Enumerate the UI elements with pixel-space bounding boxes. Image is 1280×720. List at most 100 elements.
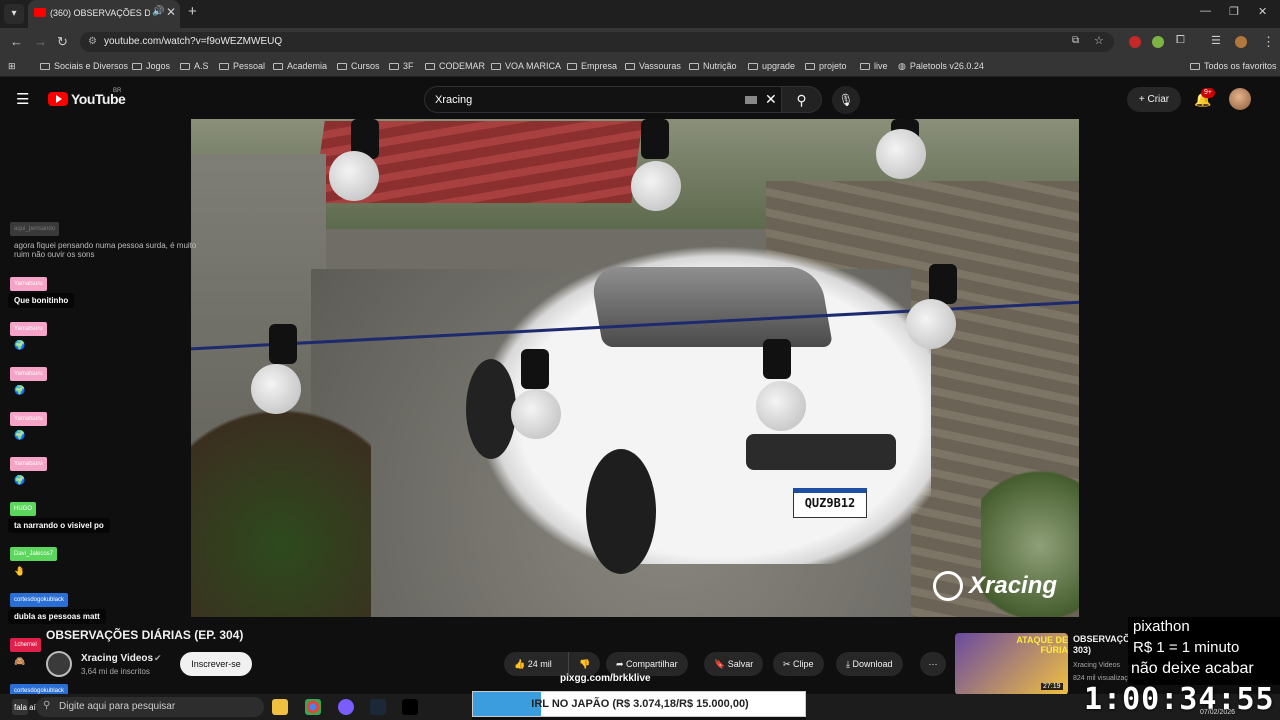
youtube-header: ☰ YouTube BR Xracing ✕ ⚲ 🎙 + Criar 🔔 9+ xyxy=(0,77,1280,121)
folder-icon xyxy=(860,63,870,70)
folder-icon xyxy=(491,63,501,70)
donation-goal-bar: IRL NO JAPÃO (R$ 3.074,18/R$ 15.000,00) xyxy=(472,691,806,717)
restore-icon[interactable]: ❐ xyxy=(1229,5,1239,18)
reading-list-icon[interactable]: ☰ xyxy=(1211,34,1221,47)
video-grille xyxy=(746,434,896,470)
clear-search-icon[interactable]: ✕ xyxy=(765,91,777,108)
verified-icon: ✔ xyxy=(154,653,162,663)
bookmark-folder[interactable]: CODEMAR xyxy=(425,61,485,71)
bookmark-link[interactable]: ◍ Paletools v26.0.24 xyxy=(898,61,984,72)
speaker-icon[interactable]: 🔊 xyxy=(152,6,164,17)
site-info-icon[interactable]: ⚙ xyxy=(88,36,97,47)
extension-icon[interactable] xyxy=(1152,36,1164,48)
chat-username: Yamatsuru xyxy=(10,367,47,381)
bookmark-folder[interactable]: Academia xyxy=(273,61,327,71)
light-bulb xyxy=(756,381,806,431)
extensions-puzzle-icon[interactable]: ⧠ xyxy=(1176,34,1185,47)
youtube-logo-icon[interactable] xyxy=(48,92,68,106)
close-tab-icon[interactable]: ✕ xyxy=(166,5,176,19)
bookmark-folder[interactable]: Empresa xyxy=(567,61,617,71)
search-box[interactable]: Xracing ✕ xyxy=(424,86,782,113)
recommended-channel[interactable]: Xracing Videos xyxy=(1073,662,1120,669)
share-icon: ➦ xyxy=(616,659,627,669)
search-button[interactable]: ⚲ xyxy=(782,86,822,113)
app-icon[interactable] xyxy=(338,699,354,715)
taskbar-search-placeholder[interactable]: Digite aqui para pesquisar xyxy=(59,701,175,712)
channel-avatar[interactable] xyxy=(46,651,72,677)
save-button[interactable]: 🔖 Salvar xyxy=(704,652,764,676)
bookmark-folder[interactable]: Nutrição xyxy=(689,61,737,71)
bookmark-folder[interactable]: live xyxy=(860,61,888,71)
browser-tab-bar: ▾ (360) OBSERVAÇÕES DIÁRIAS 🔊 ✕ + — ❐ ✕ xyxy=(0,0,1280,28)
file-explorer-icon[interactable] xyxy=(272,699,288,715)
chat-message: agora fiquei pensando numa pessoa surda,… xyxy=(14,241,197,259)
steam-icon[interactable] xyxy=(370,699,386,715)
forward-icon[interactable]: → xyxy=(34,34,47,49)
bookmark-icon: 🔖 xyxy=(714,659,728,669)
bookmark-folder[interactable]: projeto xyxy=(805,61,847,71)
new-tab-icon[interactable]: + xyxy=(188,3,197,20)
browser-tab[interactable]: (360) OBSERVAÇÕES DIÁRIAS 🔊 ✕ xyxy=(28,0,180,28)
pixathon-rate: R$ 1 = 1 minuto xyxy=(1133,639,1240,656)
license-plate: QUZ9B12 xyxy=(793,488,867,518)
bookmark-folder[interactable]: A.S xyxy=(180,61,209,71)
reload-icon[interactable]: ↻ xyxy=(57,34,68,50)
folder-icon xyxy=(805,63,815,70)
bookmark-star-icon[interactable]: ☆ xyxy=(1094,34,1104,47)
folder-icon xyxy=(689,63,699,70)
bookmark-folder[interactable]: Pessoal xyxy=(219,61,265,71)
chat-username: cortesdogokublack xyxy=(10,593,69,607)
video-player[interactable]: QUZ9B12 Xracing xyxy=(191,119,1079,617)
apps-icon[interactable]: ⊞ xyxy=(8,61,16,72)
donation-url: pixgg.com/brkklive xyxy=(560,673,651,684)
browser-menu-icon[interactable]: ⋮ xyxy=(1262,34,1275,50)
chat-message: dubla as pessoas matt xyxy=(8,609,106,624)
all-bookmarks-folder[interactable]: Todos os favoritos xyxy=(1190,61,1277,71)
download-button[interactable]: ⤓ Download xyxy=(836,652,903,676)
donation-goal-text: IRL NO JAPÃO (R$ 3.074,18/R$ 15.000,00) xyxy=(531,698,749,710)
recommended-title[interactable]: OBSERVAÇÕES 303) xyxy=(1073,634,1142,656)
bookmark-folder[interactable]: 3F xyxy=(389,61,414,71)
pixathon-note: não deixe acabar xyxy=(1131,660,1254,677)
extension-icon[interactable] xyxy=(1129,36,1141,48)
bookmark-folder[interactable]: Sociais e Diversos xyxy=(40,61,128,71)
obs-icon[interactable] xyxy=(402,699,418,715)
video-wheel xyxy=(586,449,656,574)
close-window-icon[interactable]: ✕ xyxy=(1258,5,1267,18)
recommended-thumbnail[interactable]: ATAQUE DE FÚRIA 27:19 xyxy=(955,633,1068,695)
like-button[interactable]: 👍 24 mil xyxy=(504,652,568,676)
bookmark-folder[interactable]: Vassouras xyxy=(625,61,681,71)
cast-icon[interactable]: ⧉ xyxy=(1072,35,1079,46)
account-avatar[interactable] xyxy=(1229,88,1251,110)
profile-icon[interactable] xyxy=(1235,36,1247,48)
search-icon: ⚲ xyxy=(43,700,51,711)
clip-button[interactable]: ✂ Clipe xyxy=(773,652,824,676)
address-bar[interactable]: ⚙ youtube.com/watch?v=f9oWEZMWEUQ ⧉ ☆ xyxy=(80,32,1114,52)
menu-icon[interactable]: ☰ xyxy=(16,90,29,108)
back-icon[interactable]: ← xyxy=(10,34,23,49)
light-bulb xyxy=(251,364,301,414)
chrome-icon[interactable] xyxy=(305,699,321,715)
subscribe-button[interactable]: Inscrever-se xyxy=(180,652,252,676)
keyboard-icon[interactable] xyxy=(745,96,757,104)
taskbar-search[interactable]: ⚲ Digite aqui para pesquisar xyxy=(36,697,264,717)
bookmark-folder[interactable]: upgrade xyxy=(748,61,795,71)
chat-emoji: 🌍 xyxy=(14,385,26,395)
bookmark-folder[interactable]: Jogos xyxy=(132,61,170,71)
voice-search-button[interactable]: 🎙 xyxy=(832,86,860,114)
more-actions-button[interactable]: ··· xyxy=(920,652,946,676)
bookmark-folder[interactable]: Cursos xyxy=(337,61,380,71)
channel-name[interactable]: Xracing Videos xyxy=(81,653,153,664)
thumbs-down-icon: 👎 xyxy=(579,659,591,669)
folder-icon xyxy=(625,63,635,70)
bookmark-folder[interactable]: VOA MARICA xyxy=(491,61,561,71)
thumbs-up-icon: 👍 xyxy=(514,659,528,669)
tab-search-button[interactable]: ▾ xyxy=(4,4,24,24)
notification-badge: 9+ xyxy=(1201,88,1215,98)
folder-icon xyxy=(389,63,399,70)
minimize-icon[interactable]: — xyxy=(1200,5,1211,17)
bulb-socket xyxy=(763,339,791,379)
search-input[interactable]: Xracing xyxy=(435,94,472,106)
create-button[interactable]: + Criar xyxy=(1127,87,1181,112)
url-text[interactable]: youtube.com/watch?v=f9oWEZMWEUQ xyxy=(104,36,282,47)
